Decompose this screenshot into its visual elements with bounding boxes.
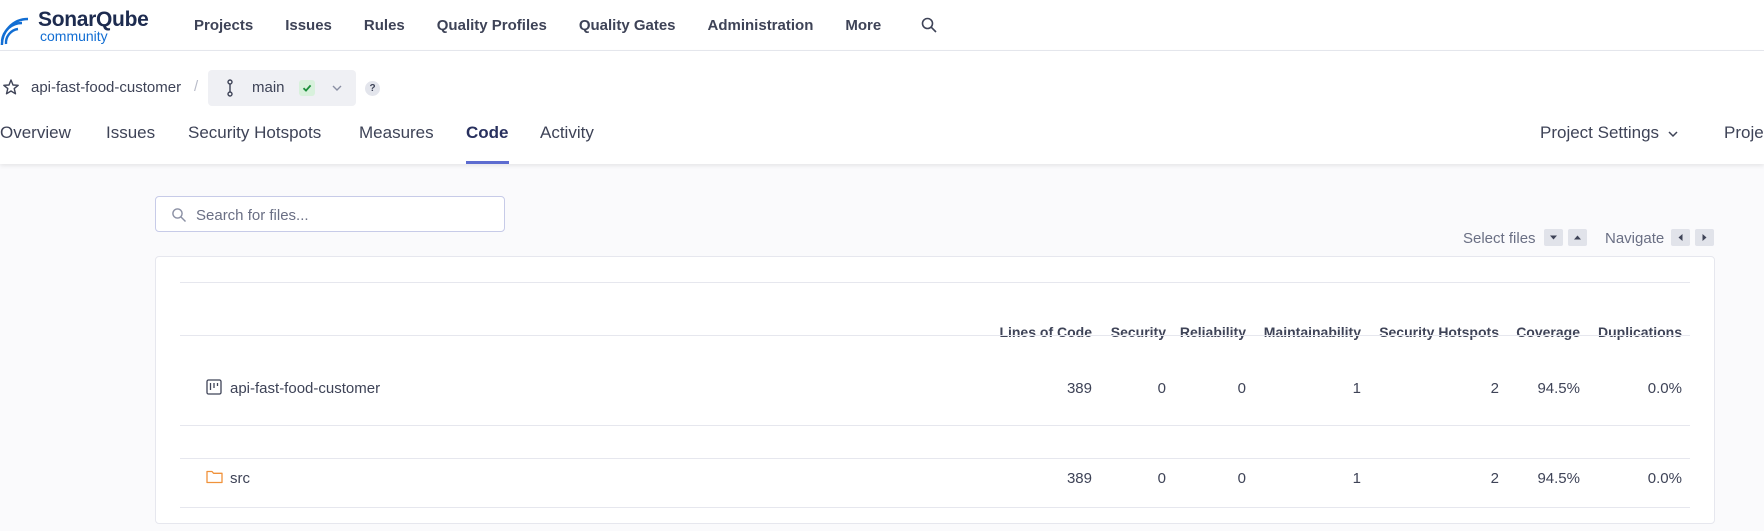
cell-lines-of-code: 389 bbox=[1066, 380, 1092, 397]
cell-reliability[interactable]: 0 bbox=[1238, 380, 1246, 397]
branch-name: main bbox=[252, 79, 285, 96]
project-icon bbox=[206, 379, 222, 395]
cell-security-hotspots[interactable]: 2 bbox=[1491, 380, 1499, 397]
nav-administration[interactable]: Administration bbox=[708, 17, 814, 34]
column-duplications[interactable]: Duplications bbox=[1598, 324, 1682, 340]
code-table-card: Lines of Code Security Reliability Maint… bbox=[155, 256, 1715, 524]
table-divider bbox=[180, 425, 1690, 426]
quality-gate-passed-icon bbox=[299, 80, 315, 96]
cell-maintainability[interactable]: 1 bbox=[1353, 470, 1361, 487]
tab-code[interactable]: Code bbox=[466, 123, 509, 164]
tab-issues[interactable]: Issues bbox=[106, 123, 155, 164]
file-search-input[interactable] bbox=[196, 205, 491, 225]
folder-icon bbox=[206, 470, 223, 484]
top-navigation: SonarQube community Projects Issues Rule… bbox=[0, 0, 1764, 51]
column-maintainability[interactable]: Maintainability bbox=[1264, 324, 1361, 340]
cell-reliability[interactable]: 0 bbox=[1238, 470, 1246, 487]
cell-coverage[interactable]: 94.5% bbox=[1537, 470, 1580, 487]
help-icon[interactable]: ? bbox=[365, 81, 380, 96]
nav-projects[interactable]: Projects bbox=[194, 17, 253, 34]
select-previous-file-button[interactable] bbox=[1568, 229, 1587, 246]
cell-duplications[interactable]: 0.0% bbox=[1648, 470, 1682, 487]
cell-security-hotspots[interactable]: 2 bbox=[1491, 470, 1499, 487]
tab-activity[interactable]: Activity bbox=[540, 123, 594, 164]
nav-issues[interactable]: Issues bbox=[285, 17, 332, 34]
project-tabs: Overview Issues Security Hotspots Measur… bbox=[0, 113, 1764, 164]
search-icon bbox=[172, 208, 186, 222]
nav-rules[interactable]: Rules bbox=[364, 17, 405, 34]
nav-quality-profiles[interactable]: Quality Profiles bbox=[437, 17, 547, 34]
select-next-file-button[interactable] bbox=[1544, 229, 1563, 246]
row-name: src bbox=[230, 470, 250, 487]
sonar-waves-icon bbox=[0, 17, 29, 45]
caret-up-icon bbox=[1574, 235, 1581, 240]
navigate-forward-button[interactable] bbox=[1695, 229, 1714, 246]
tab-overview[interactable]: Overview bbox=[0, 123, 71, 164]
main-menu: Projects Issues Rules Quality Profiles Q… bbox=[194, 0, 913, 50]
table-divider bbox=[180, 458, 1690, 459]
caret-left-icon bbox=[1678, 234, 1683, 241]
column-coverage[interactable]: Coverage bbox=[1516, 324, 1580, 340]
column-security-hotspots[interactable]: Security Hotspots bbox=[1379, 324, 1499, 340]
table-divider bbox=[180, 507, 1690, 508]
caret-right-icon bbox=[1702, 234, 1707, 241]
file-search-box[interactable] bbox=[155, 196, 505, 232]
column-security[interactable]: Security bbox=[1111, 324, 1166, 340]
cell-coverage[interactable]: 94.5% bbox=[1537, 380, 1580, 397]
breadcrumb-separator: / bbox=[194, 78, 199, 95]
branch-icon bbox=[227, 79, 233, 97]
table-divider bbox=[180, 282, 1690, 283]
breadcrumb-project[interactable]: api-fast-food-customer bbox=[31, 79, 181, 96]
column-reliability[interactable]: Reliability bbox=[1180, 324, 1246, 340]
cell-maintainability[interactable]: 1 bbox=[1353, 380, 1361, 397]
tab-measures[interactable]: Measures bbox=[359, 123, 434, 164]
table-divider bbox=[180, 335, 1690, 336]
tab-security-hotspots[interactable]: Security Hotspots bbox=[188, 123, 321, 164]
favorite-star-icon[interactable] bbox=[2, 78, 20, 96]
search-icon[interactable] bbox=[920, 16, 938, 34]
cell-security[interactable]: 0 bbox=[1158, 470, 1166, 487]
nav-quality-gates[interactable]: Quality Gates bbox=[579, 17, 676, 34]
navigate-label: Navigate bbox=[1605, 230, 1665, 247]
select-files-label: Select files bbox=[1463, 230, 1536, 247]
branch-selector[interactable]: main bbox=[208, 70, 356, 106]
chevron-down-icon bbox=[1668, 130, 1678, 137]
row-name: api-fast-food-customer bbox=[230, 380, 381, 397]
caret-down-icon bbox=[1550, 235, 1557, 240]
cell-lines-of-code: 389 bbox=[1066, 470, 1092, 487]
project-header: api-fast-food-customer / main ? Overview… bbox=[0, 51, 1764, 164]
column-lines-of-code[interactable]: Lines of Code bbox=[999, 324, 1092, 340]
project-settings-menu[interactable]: Project Settings bbox=[1540, 123, 1679, 143]
sonarqube-logo[interactable]: SonarQube community bbox=[0, 8, 160, 45]
nav-more[interactable]: More bbox=[845, 17, 881, 34]
logo-edition: community bbox=[40, 28, 108, 44]
cell-duplications[interactable]: 0.0% bbox=[1648, 380, 1682, 397]
navigate-back-button[interactable] bbox=[1671, 229, 1690, 246]
chevron-down-icon bbox=[332, 85, 342, 91]
cell-security[interactable]: 0 bbox=[1158, 380, 1166, 397]
project-information-menu[interactable]: Proje bbox=[1724, 123, 1764, 143]
